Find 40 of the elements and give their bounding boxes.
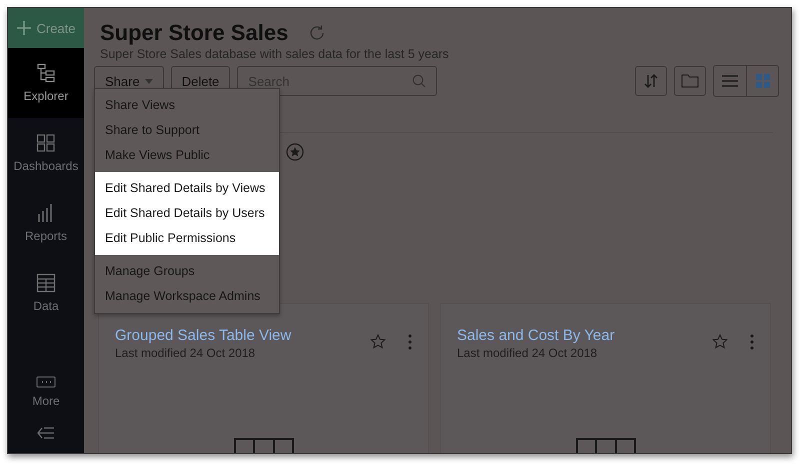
star-circle-icon[interactable] <box>286 143 304 161</box>
page-title: Super Store Sales <box>100 20 288 46</box>
report-card[interactable]: Sales and Cost By Year Last modified 24 Oct 2018 <box>440 303 771 453</box>
menu-item[interactable]: Manage Groups <box>95 259 279 284</box>
table-icon <box>36 273 56 293</box>
report-card[interactable]: Grouped Sales Table View Last modified 24 Oct 2018 <box>98 303 429 453</box>
tree-icon <box>36 63 56 83</box>
menu-item[interactable]: Edit Shared Details by Views <box>95 176 279 201</box>
more-icon <box>36 376 56 388</box>
search-icon <box>412 74 426 88</box>
sidebar-item[interactable]: Data <box>8 258 84 328</box>
star-icon[interactable] <box>370 334 386 350</box>
kebab-menu-icon[interactable] <box>408 334 412 350</box>
menu-item[interactable]: Edit Public Permissions <box>95 226 279 251</box>
sidebar-item[interactable]: Reports <box>8 188 84 258</box>
card-title-link[interactable]: Grouped Sales Table View <box>115 326 348 346</box>
caret-icon <box>144 78 153 84</box>
sidebar-item[interactable]: Dashboards <box>8 118 84 188</box>
sort-icon <box>643 73 659 89</box>
create-button[interactable]: Create <box>8 8 84 48</box>
last-modified-text: Last modified 24 Oct 2018 <box>457 346 598 360</box>
sidebar-item[interactable]: More <box>8 367 84 417</box>
star-icon[interactable] <box>712 334 728 350</box>
plus-icon <box>16 20 32 36</box>
menu-item[interactable]: Make Views Public <box>95 143 279 168</box>
last-modified-text: Last modified 24 Oct 2018 <box>115 346 256 360</box>
collapse-icon[interactable] <box>36 425 56 441</box>
grid-icon <box>756 74 770 88</box>
kebab-menu-icon[interactable] <box>750 334 754 350</box>
list-icon <box>722 74 738 88</box>
folder-icon <box>681 74 699 88</box>
folder-button[interactable] <box>674 66 706 96</box>
menu-item[interactable]: Edit Shared Details by Users <box>95 201 279 226</box>
menu-item[interactable]: Share to Support <box>95 118 279 143</box>
card-title-link[interactable]: Sales and Cost By Year <box>457 326 690 346</box>
menu-item[interactable]: Share Views <box>95 93 279 118</box>
grid-icon <box>36 133 56 153</box>
sidebar-item[interactable]: Explorer <box>8 48 84 118</box>
refresh-icon[interactable] <box>308 24 326 42</box>
sort-button[interactable] <box>635 66 667 96</box>
